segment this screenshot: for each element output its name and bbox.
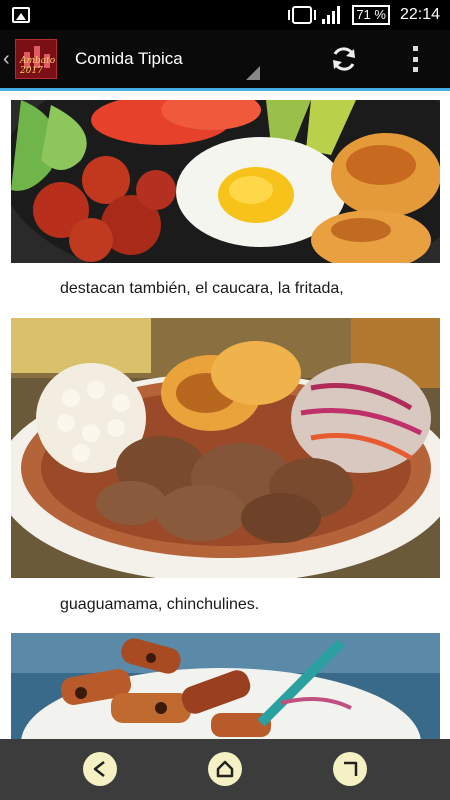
overflow-menu-icon[interactable] [405,44,425,74]
status-icons: 71 % 22:14 [288,0,440,30]
food-image-plate-3 [11,633,440,739]
food-image-plate-1 [11,100,440,263]
back-chevron-icon[interactable]: ‹ [3,48,10,71]
image-notification-icon [12,7,30,23]
food-image-plate-2 [11,318,440,578]
caption-2: guaguamama, chinchulines. [60,596,260,613]
battery-icon: 71 % [352,5,390,25]
back-icon[interactable] [83,752,117,786]
signal-icon [322,6,342,24]
home-icon[interactable] [208,752,242,786]
app-bar: ‹ Ambato 2017 Comida Tipica [0,30,450,91]
refresh-icon[interactable] [329,44,359,74]
clock: 22:14 [399,6,440,23]
dropdown-indicator-icon[interactable] [246,66,260,80]
recents-icon[interactable] [333,752,367,786]
content-scroll[interactable]: destacan también, el caucara, la fritada… [0,91,450,739]
app-logo[interactable]: Ambato 2017 [15,39,57,79]
caption-1: destacan también, el caucara, la fritada… [60,280,344,297]
navigation-bar [0,739,450,800]
status-bar: 71 % 22:14 [0,0,450,30]
vibrate-icon [288,6,317,24]
logo-text: Ambato 2017 [20,56,56,76]
page-title: Comida Tipica [75,49,183,68]
